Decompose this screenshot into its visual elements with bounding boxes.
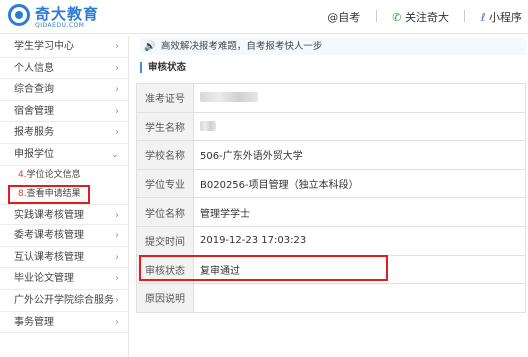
table-row: 审核状态 复审通过 xyxy=(136,254,526,285)
speaker-icon: 🔊 xyxy=(144,41,156,52)
miniprogram-icon: ℓ xyxy=(480,11,486,24)
sidebar-item-query[interactable]: 综合查询 › xyxy=(0,79,128,101)
notice-bar: 🔊 高效解决报考难题，自考报考快人一步 xyxy=(140,38,526,55)
chevron-down-icon: ⌄ xyxy=(110,148,119,160)
zikao-link[interactable]: @自考 xyxy=(327,9,360,25)
sidebar-subitem-thesis-info[interactable]: 4.学位论文信息 xyxy=(0,166,128,185)
sidebar-item-label: 广外公开学院综合服务 xyxy=(14,294,114,306)
wechat-icon: ✆ xyxy=(392,11,402,24)
chevron-right-icon: › xyxy=(115,230,119,242)
divider xyxy=(464,10,466,22)
row-label: 提交时间 xyxy=(136,225,194,256)
sidebar-item-affairs[interactable]: 事务管理 › xyxy=(0,312,128,334)
chevron-right-icon: › xyxy=(115,316,119,328)
miniprogram-link[interactable]: ℓ 小程序 xyxy=(481,9,522,25)
table-row: 学位名称 管理学学士 xyxy=(136,197,526,227)
subitem-label: 学位论文信息 xyxy=(26,169,81,180)
sidebar-item-thesis-management[interactable]: 毕业论文管理 › xyxy=(0,268,128,290)
section-title: 审核状态 xyxy=(140,62,186,73)
sidebar-item-degree-application[interactable]: 申报学位 ⌄ xyxy=(0,144,128,166)
subitem-label: 查看申请结果 xyxy=(26,188,81,199)
redacted-value xyxy=(200,120,216,131)
sidebar-item-label: 个人信息 xyxy=(14,62,54,74)
chevron-right-icon: › xyxy=(115,127,119,139)
follow-link-label: 关注奇大 xyxy=(404,11,449,24)
site-logo[interactable]: 奇大教育 QIDAEDU.COM xyxy=(8,3,108,31)
row-value xyxy=(193,283,526,313)
row-value: 2019-12-23 17:03:23 xyxy=(193,225,526,256)
chevron-right-icon: › xyxy=(115,273,119,285)
sidebar-item-commissioned-exam[interactable]: 委考课考核管理 › xyxy=(0,225,128,247)
sidebar-item-label: 事务管理 xyxy=(14,316,54,328)
sidebar-item-dorm[interactable]: 宿舍管理 › xyxy=(0,101,128,123)
sidebar-item-label: 实践课考核管理 xyxy=(14,209,84,221)
review-status-table: 准考证号 学生名称 学校名称 506-广东外语外贸大学 学位专业 B020256… xyxy=(136,83,526,313)
sidebar-item-gdufs-services[interactable]: 广外公开学院综合服务 › xyxy=(0,290,128,312)
chevron-right-icon: › xyxy=(115,62,119,74)
row-label: 学位专业 xyxy=(136,168,194,199)
row-label: 学位名称 xyxy=(136,197,194,227)
sidebar-item-label: 宿舍管理 xyxy=(14,105,54,117)
table-row: 原因说明 xyxy=(136,283,526,313)
row-value: 506-广东外语外贸大学 xyxy=(193,140,526,170)
row-label: 学生名称 xyxy=(136,111,194,142)
sidebar-item-label: 综合查询 xyxy=(14,84,54,96)
table-row: 准考证号 xyxy=(136,83,526,113)
row-value: B020256-项目管理（独立本科段） xyxy=(193,168,526,199)
logo-icon xyxy=(8,4,30,26)
row-value: 管理学学士 xyxy=(193,197,526,227)
sidebar-item-label: 学生学习中心 xyxy=(14,41,74,52)
sidebar-item-label: 互认课考核管理 xyxy=(14,251,84,263)
sidebar: 学生学习中心 › 个人信息 › 综合查询 › 宿舍管理 › 报考服务 › 申报学位 ⌄ 4.… xyxy=(0,36,129,357)
redacted-value xyxy=(200,92,258,103)
row-label: 原因说明 xyxy=(136,283,194,313)
sidebar-subitem-view-result[interactable]: 8.查看申请结果 xyxy=(8,184,90,204)
chevron-right-icon: › xyxy=(115,294,119,306)
divider xyxy=(375,10,377,22)
table-row: 提交时间 2019-12-23 17:03:23 xyxy=(136,225,526,256)
top-header: 奇大教育 QIDAEDU.COM @自考 ✆ 关注奇大 ℓ 小程序 xyxy=(0,0,528,34)
row-value xyxy=(193,111,526,142)
sidebar-item-mutual-recognition[interactable]: 互认课考核管理 › xyxy=(0,247,128,269)
sidebar-item-label: 毕业论文管理 xyxy=(14,273,74,285)
chevron-right-icon: › xyxy=(115,41,119,52)
chevron-right-icon: › xyxy=(115,105,119,117)
header-links: @自考 ✆ 关注奇大 ℓ 小程序 xyxy=(315,9,522,25)
row-label: 学校名称 xyxy=(136,140,194,170)
chevron-right-icon: › xyxy=(115,251,119,263)
table-row: 学校名称 506-广东外语外贸大学 xyxy=(136,140,526,170)
follow-link[interactable]: ✆ 关注奇大 xyxy=(392,9,449,25)
sidebar-item-label: 报考服务 xyxy=(14,127,54,139)
sidebar-item-study-center[interactable]: 学生学习中心 › xyxy=(0,36,128,58)
notice-text[interactable]: 高效解决报考难题，自考报考快人一步 xyxy=(161,41,323,52)
table-row: 学生名称 xyxy=(136,111,526,142)
logo-text: 奇大教育 xyxy=(35,5,100,23)
sidebar-item-label: 委考课考核管理 xyxy=(14,230,84,242)
subitem-number: 4. xyxy=(18,169,27,180)
miniprogram-link-label: 小程序 xyxy=(489,11,522,24)
row-label: 准考证号 xyxy=(136,83,194,113)
row-label: 审核状态 xyxy=(136,254,194,285)
row-value xyxy=(193,83,526,113)
sidebar-item-label: 申报学位 xyxy=(14,148,54,160)
status-value: 复审通过 xyxy=(193,254,526,285)
sidebar-item-personal-info[interactable]: 个人信息 › xyxy=(0,58,128,80)
table-row: 学位专业 B020256-项目管理（独立本科段） xyxy=(136,168,526,199)
subitem-number: 8. xyxy=(18,188,27,199)
logo-domain: QIDAEDU.COM xyxy=(35,22,85,29)
sidebar-item-practice-exam[interactable]: 实践课考核管理 › xyxy=(0,203,128,226)
sidebar-item-exam-registration[interactable]: 报考服务 › xyxy=(0,122,128,144)
chevron-right-icon: › xyxy=(115,209,119,221)
chevron-right-icon: › xyxy=(115,84,119,96)
